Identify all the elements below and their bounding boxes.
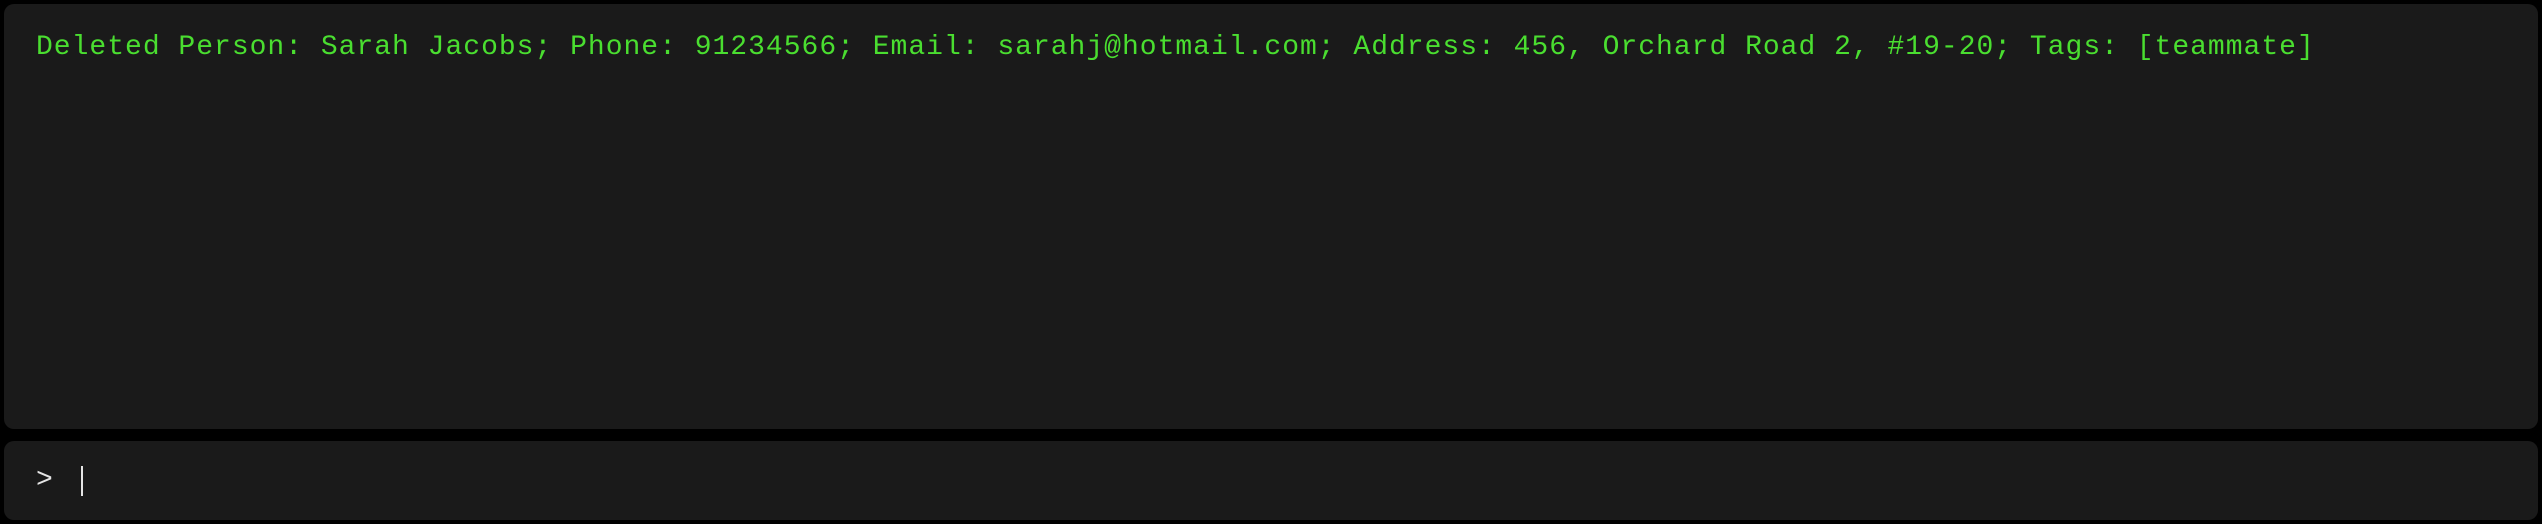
command-input-panel[interactable]: > [4, 441, 2538, 520]
prompt-symbol: > [36, 465, 53, 496]
output-message: Deleted Person: Sarah Jacobs; Phone: 912… [36, 32, 2506, 63]
output-panel: Deleted Person: Sarah Jacobs; Phone: 912… [4, 4, 2538, 429]
cursor-icon [81, 466, 83, 496]
